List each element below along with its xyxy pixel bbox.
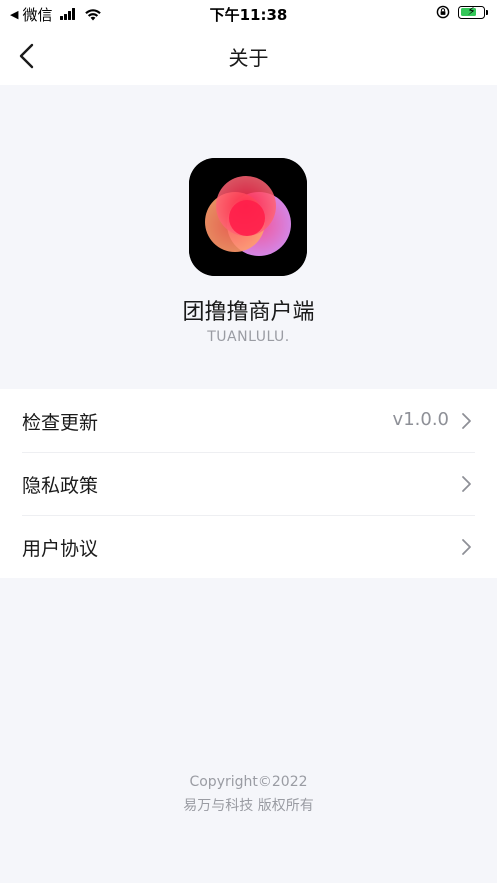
status-right: ⚡: [436, 4, 488, 19]
app-subtitle: TUANLULU.: [207, 329, 290, 345]
chevron-right-icon: [462, 476, 471, 492]
app-info-section: 团撸撸商户端 TUANLULU.: [0, 85, 497, 389]
company-text: 易万与科技 版权所有: [183, 798, 314, 814]
menu-item-user-agreement[interactable]: 用户协议: [0, 515, 497, 578]
menu-item-label: 检查更新: [22, 412, 99, 434]
status-time: 下午11:38: [209, 6, 288, 24]
footer: Copyright©2022 易万与科技 版权所有: [0, 770, 497, 818]
menu-item-check-update[interactable]: 检查更新 v1.0.0: [0, 389, 497, 452]
menu-item-label: 用户协议: [22, 538, 99, 560]
version-value: v1.0.0: [392, 409, 449, 430]
menu-list: 检查更新 v1.0.0 隐私政策 用户协议: [0, 389, 497, 578]
chevron-right-icon: [462, 413, 471, 429]
page-title: 关于: [228, 46, 269, 70]
app-logo-icon: [189, 158, 307, 276]
nav-bar: 关于: [0, 28, 497, 85]
copyright-text: Copyright©2022: [189, 774, 308, 790]
app-name: 团撸撸商户端: [182, 300, 315, 325]
menu-item-privacy-policy[interactable]: 隐私政策: [0, 452, 497, 515]
battery-charging-icon: ⚡: [458, 4, 488, 19]
menu-item-label: 隐私政策: [22, 475, 99, 497]
orientation-lock-icon: [436, 5, 450, 19]
status-bar: ◀ 微信 下午11:38 ⚡: [0, 0, 497, 28]
chevron-right-icon: [462, 539, 471, 555]
